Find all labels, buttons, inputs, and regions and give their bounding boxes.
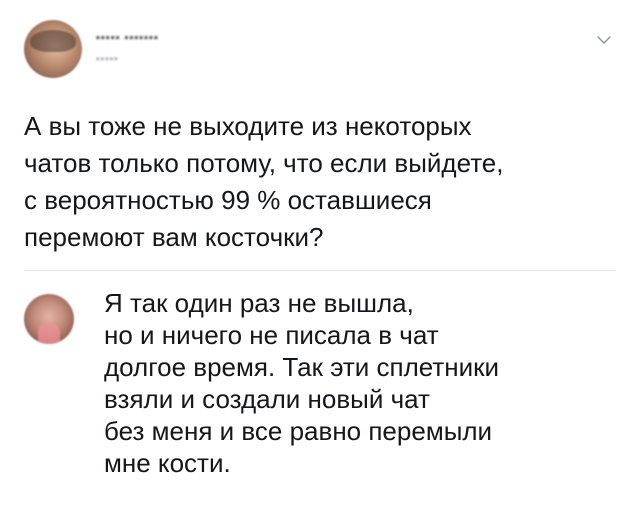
reply-text-line: без меня и все равно перемыли: [104, 416, 493, 446]
avatar[interactable]: [24, 20, 82, 78]
reply-text-line: долгое время. Так эти сплетники: [104, 352, 500, 382]
reply-text-line: мне кости.: [104, 448, 231, 478]
tweet-text-line: с вероятностью 99 % оставшиеся: [24, 185, 432, 215]
reply-text: Я так один раз не вышла, но и ничего не …: [104, 287, 624, 479]
reply-avatar[interactable]: [24, 294, 74, 344]
reply-text-line: взяли и создали новый чат: [104, 384, 430, 414]
reply-text-line: Я так один раз не вышла,: [104, 288, 414, 318]
author-handle[interactable]: ▪▪▪▪▪: [96, 54, 196, 66]
reply-card: Я так один раз не вышла, но и ничего не …: [0, 271, 640, 525]
tweet-text: А вы тоже не выходите из некоторых чатов…: [24, 108, 614, 256]
author-name[interactable]: ▪▪▪▪▪ ▪▪▪▪▪▪▪: [96, 32, 296, 46]
tweet-menu-button[interactable]: [594, 30, 614, 50]
reply-text-line: но и ничего не писала в чат: [104, 320, 439, 350]
tweet-text-line: А вы тоже не выходите из некоторых: [24, 111, 472, 141]
tweet-card: ▪▪▪▪▪ ▪▪▪▪▪▪▪ ▪▪▪▪▪ А вы тоже не выходит…: [0, 0, 640, 270]
tweet-text-line: перемоют вам косточки?: [24, 222, 324, 252]
tweet-text-line: чатов только потому, что если выйдете,: [24, 148, 504, 178]
chevron-down-icon: [597, 36, 611, 44]
